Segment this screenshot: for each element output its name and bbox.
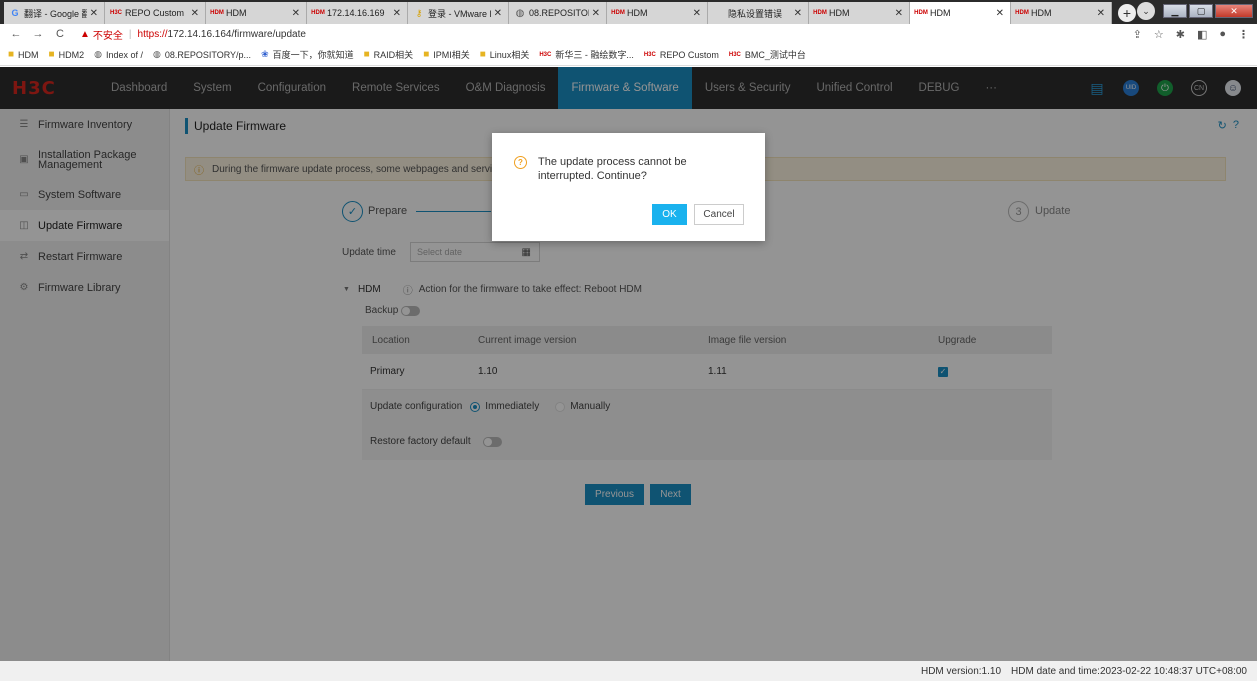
browser-tab[interactable]: ⚷ 登录 - VMware E ✕	[408, 2, 509, 24]
folder-icon: ■	[423, 49, 430, 60]
key-icon: ⚷	[415, 7, 423, 18]
menu-icon[interactable]: ⋮	[1238, 28, 1249, 41]
hdm-icon: HDM	[611, 10, 625, 16]
hdm-icon: HDM	[813, 10, 827, 16]
h3c-icon: H3C	[110, 10, 123, 16]
url-scheme: https://	[137, 28, 168, 40]
back-icon[interactable]: ←	[8, 28, 24, 40]
cancel-button[interactable]: Cancel	[694, 204, 744, 225]
browser-tab[interactable]: 隐私设置错误 ✕	[708, 2, 809, 24]
hdm-version: HDM version:1.10	[920, 665, 1002, 677]
confirm-dialog: ? The update process cannot be interrupt…	[492, 133, 765, 241]
hdm-icon: HDM	[210, 10, 224, 16]
browser-tab-active[interactable]: HDM HDM ✕	[910, 2, 1011, 24]
bookmark[interactable]: H3C 新华三 - 融绘数字...	[539, 48, 634, 61]
browser-tab[interactable]: HDM 172.14.16.169 ✕	[307, 2, 408, 24]
bookmark[interactable]: ■ HDM	[8, 49, 39, 60]
divider: |	[128, 28, 132, 40]
hdm-icon: HDM	[914, 10, 928, 16]
bookmarks-bar: ■ HDM ■ HDM2 ◍ Index of / ◍ 08.REPOSITORY/p.…	[0, 44, 1257, 66]
h3c-icon: H3C	[643, 51, 656, 58]
close-icon[interactable]: ✕	[393, 8, 401, 19]
window-controls: ⌄ ▁ ▢ ✕	[1137, 2, 1253, 20]
bookmark[interactable]: H3C BMC_测试中台	[729, 48, 806, 61]
globe-icon: ◍	[515, 7, 525, 19]
browser-actions: ⇪ ☆ ✱ ◧ ● ⋮	[1133, 28, 1249, 41]
browser-tab[interactable]: HDM HDM ✕	[1011, 2, 1112, 24]
close-icon[interactable]: ✕	[1097, 8, 1105, 19]
question-icon: ?	[514, 156, 527, 169]
hdm-icon: HDM	[311, 10, 325, 16]
extensions-icon[interactable]: ✱	[1176, 28, 1185, 41]
dialog-message: The update process cannot be interrupted…	[538, 156, 687, 182]
minimize-button[interactable]: ▁	[1163, 4, 1187, 18]
browser-tab[interactable]: H3C REPO Custom ✕	[105, 2, 206, 24]
h3c-icon: H3C	[728, 51, 741, 58]
profile-icon[interactable]: ●	[1219, 28, 1226, 40]
close-icon[interactable]: ✕	[693, 8, 701, 19]
folder-icon: ■	[479, 49, 486, 60]
browser-tab[interactable]: HDM HDM ✕	[809, 2, 910, 24]
bookmark[interactable]: ■ IPMI相关	[423, 48, 470, 61]
bookmark[interactable]: ■ RAID相关	[364, 48, 414, 61]
browser-tab[interactable]: HDM HDM ✕	[607, 2, 708, 24]
close-icon[interactable]: ✕	[794, 8, 802, 19]
star-icon[interactable]: ☆	[1154, 28, 1164, 41]
bookmark[interactable]: H3C REPO Custom	[644, 50, 719, 60]
tab-search-icon[interactable]: ⌄	[1137, 2, 1155, 20]
google-icon: G	[11, 8, 19, 18]
ok-button[interactable]: OK	[652, 204, 687, 225]
browser-tab-strip: G 翻译 - Google 翻 ✕ H3C REPO Custom ✕ HDM HDM ✕ …	[0, 0, 1257, 24]
share-icon[interactable]: ⇪	[1133, 28, 1142, 41]
folder-icon: ■	[48, 49, 55, 60]
address-bar: ← → C ▲ 不安全 | https://172.14.16.164/firm…	[0, 24, 1257, 44]
close-icon[interactable]: ✕	[996, 8, 1004, 19]
browser-tab[interactable]: HDM HDM ✕	[206, 2, 307, 24]
warning-icon: ▲	[80, 28, 90, 40]
hdm-icon: HDM	[1015, 10, 1029, 16]
status-footer: HDM version:1.10 HDM date and time:2023-…	[0, 661, 1257, 681]
globe-icon: ◍	[153, 49, 161, 59]
close-icon[interactable]: ✕	[90, 8, 98, 19]
folder-icon: ■	[8, 49, 15, 60]
close-icon[interactable]: ✕	[292, 8, 300, 19]
close-icon[interactable]: ✕	[895, 8, 903, 19]
sidepanel-icon[interactable]: ◧	[1197, 28, 1207, 41]
close-icon[interactable]: ✕	[494, 8, 502, 19]
close-icon[interactable]: ✕	[592, 8, 600, 19]
forward-icon[interactable]: →	[30, 28, 46, 40]
bookmark[interactable]: ■ HDM2	[49, 49, 85, 60]
hdm-datetime: HDM date and time:2023-02-22 10:48:37 UT…	[1011, 665, 1247, 677]
h3c-icon: H3C	[539, 51, 552, 58]
bookmark[interactable]: ◍ Index of /	[94, 49, 143, 60]
reload-icon[interactable]: C	[52, 28, 68, 40]
browser-tab[interactable]: ◍08.REPOSITORY✕	[509, 2, 607, 24]
bookmark[interactable]: ■ Linux相关	[480, 48, 530, 61]
new-tab-button[interactable]: +	[1118, 4, 1136, 22]
close-icon[interactable]: ✕	[191, 8, 199, 19]
globe-icon: ◍	[94, 49, 102, 59]
browser-tab[interactable]: G 翻译 - Google 翻 ✕	[4, 2, 105, 24]
bookmark[interactable]: ◍ 08.REPOSITORY/p...	[153, 49, 251, 60]
bookmark[interactable]: ❀ 百度一下，你就知道	[261, 48, 354, 61]
baidu-icon: ❀	[261, 49, 269, 59]
url-path: 172.14.16.164/firmware/update	[167, 28, 306, 40]
url-field[interactable]: https://172.14.16.164/firmware/update	[138, 29, 306, 40]
folder-icon: ■	[363, 49, 370, 60]
close-window-button[interactable]: ✕	[1215, 4, 1253, 18]
blank-page-icon	[714, 8, 724, 18]
security-status[interactable]: 不安全	[93, 27, 123, 42]
maximize-button[interactable]: ▢	[1189, 4, 1213, 18]
